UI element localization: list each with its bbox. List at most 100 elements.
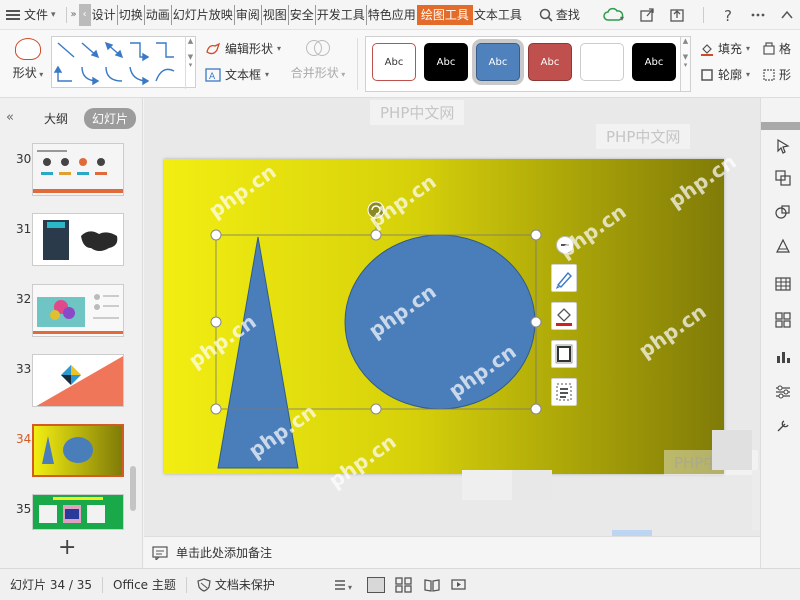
tab-design[interactable]: 设计 <box>91 5 117 25</box>
outline-float-button[interactable] <box>551 340 577 368</box>
shield-icon <box>197 577 211 592</box>
normal-view-icon[interactable] <box>366 576 385 593</box>
shape-style-4[interactable]: Abc <box>528 43 572 81</box>
chart-icon[interactable] <box>775 348 791 364</box>
help-icon[interactable]: ? <box>722 7 736 23</box>
add-slide-button[interactable]: + <box>58 535 76 560</box>
slide-thumbnail-34[interactable] <box>32 424 124 477</box>
toolbar-divider <box>703 7 704 23</box>
slideshow-icon[interactable] <box>451 577 469 593</box>
shape-style-2[interactable]: Abc <box>424 43 468 81</box>
collapse-float-toolbar-button[interactable] <box>556 236 574 254</box>
fill-button[interactable]: 填充 ▾ <box>700 40 750 57</box>
slides-panel: « 大纲 幻灯片 30 31 32 33 34 35 + <box>0 98 143 568</box>
tab-features[interactable]: 特色应用 <box>365 4 417 25</box>
current-slide[interactable]: php.cn php.cn php.cn php.cn php.cn php.c… <box>164 149 741 493</box>
tab-developer[interactable]: 开发工具 <box>314 4 366 25</box>
resize-handle-top-left[interactable] <box>210 229 222 241</box>
shape-line-gallery[interactable]: ▲ ▼ ▾ <box>51 36 196 89</box>
hamburger-icon <box>6 9 20 20</box>
more-icon[interactable] <box>750 7 766 23</box>
tab-slideshow[interactable]: 幻灯片放映 <box>170 4 234 25</box>
slide-counter: 幻灯片 34 / 35 <box>0 576 104 593</box>
slide-thumbnail-33[interactable] <box>32 354 124 407</box>
grid-icon[interactable] <box>775 312 791 328</box>
textbox-button[interactable]: A 文本框 ▾ <box>205 66 269 83</box>
tab-view[interactable]: 视图 <box>260 4 288 25</box>
tab-slides[interactable]: 幻灯片 <box>84 108 137 129</box>
share-icon[interactable] <box>639 7 655 23</box>
tab-scroll-left-button[interactable]: ‹ <box>78 3 91 26</box>
collapse-panel-icon[interactable]: « <box>6 110 14 125</box>
notes-view-icon[interactable]: ▾ <box>333 577 357 593</box>
copy-shape-icon[interactable] <box>775 170 791 186</box>
ellipse-shape[interactable] <box>344 234 536 410</box>
shape-format-icon[interactable] <box>775 204 791 220</box>
protection-status[interactable]: 文档未保护 <box>187 577 285 593</box>
cloud-sync-icon[interactable]: ▾ <box>603 7 625 23</box>
shape-style-float-button[interactable] <box>551 264 577 292</box>
slide-thumbnail-30[interactable] <box>32 143 124 196</box>
search-button[interactable]: 查找 <box>539 6 580 23</box>
resize-handle-right[interactable] <box>530 316 542 328</box>
edit-shape-icon <box>206 42 221 54</box>
tab-outline[interactable]: 大纲 <box>44 110 68 127</box>
settings-sliders-icon[interactable] <box>775 384 791 400</box>
sidebar-accent-bar <box>761 122 800 130</box>
slide-thumbnail-35[interactable] <box>32 494 124 530</box>
thumbnail-number: 30 <box>16 152 32 166</box>
shape-effect-button[interactable]: 形 <box>762 66 791 83</box>
slide-shapes <box>210 201 542 469</box>
search-label: 查找 <box>555 8 580 22</box>
shape-style-3[interactable]: Abc <box>476 43 520 81</box>
resize-handle-left[interactable] <box>210 316 222 328</box>
quick-access-chevron-icon[interactable]: » <box>71 9 77 20</box>
chevron-up-icon[interactable] <box>780 7 794 23</box>
resize-handle-top-right[interactable] <box>530 229 542 241</box>
watermark-text: PHP中文网 <box>370 100 465 125</box>
layout-float-button[interactable] <box>551 378 577 406</box>
brush-icon <box>556 271 572 289</box>
outline-button[interactable]: 轮廓 ▾ <box>700 66 750 83</box>
tab-text-tools[interactable]: 文本工具 <box>473 5 523 25</box>
shape-style-5[interactable] <box>580 43 624 81</box>
tab-review[interactable]: 审阅 <box>233 4 261 25</box>
style-gallery-scroll[interactable]: ▲ ▼ ▾ <box>681 36 691 92</box>
resize-handle-top[interactable] <box>370 229 382 241</box>
reading-view-icon[interactable] <box>423 577 441 593</box>
resize-handle-bottom[interactable] <box>370 403 382 415</box>
gallery-scroll[interactable]: ▲ ▼ ▾ <box>185 37 195 89</box>
thumbnail-scrollbar[interactable] <box>130 466 136 511</box>
slide-thumbnail-31[interactable] <box>32 213 124 266</box>
shape-style-6-label: Abc <box>644 56 664 68</box>
theme-name[interactable]: Office 主题 <box>103 576 187 593</box>
triangle-stack-icon[interactable] <box>775 238 791 254</box>
triangle-shape[interactable] <box>217 236 299 469</box>
notes-area[interactable]: 单击此处添加备注 <box>144 536 760 568</box>
thumbnail-number: 34 <box>16 432 32 446</box>
shape-button[interactable]: 形状 ▾ <box>8 38 48 81</box>
edit-shape-button[interactable]: 编辑形状 ▾ <box>205 40 281 57</box>
tools-icon[interactable] <box>775 418 791 434</box>
resize-handle-bottom-left[interactable] <box>210 403 222 415</box>
file-menu-button[interactable]: 文件 ▾ <box>0 0 62 30</box>
fill-float-button[interactable] <box>551 302 577 330</box>
tab-security[interactable]: 安全 <box>287 4 315 25</box>
slide-thumbnail-32[interactable] <box>32 284 124 337</box>
edit-shape-label: 编辑形状 <box>225 42 274 56</box>
format-button[interactable]: 格 <box>762 40 791 57</box>
tab-transition[interactable]: 切换 <box>116 4 144 25</box>
rotate-handle-icon[interactable] <box>367 201 385 219</box>
shape-style-1[interactable]: Abc <box>372 43 416 81</box>
wrap-text-icon <box>556 383 572 401</box>
shape-style-6[interactable]: Abc <box>632 43 676 81</box>
resize-handle-bottom-right[interactable] <box>530 403 542 415</box>
toolbar-divider <box>65 6 67 23</box>
table-icon[interactable] <box>775 276 791 292</box>
connector-gallery-icons <box>53 41 175 86</box>
slide-sorter-icon[interactable] <box>395 576 413 593</box>
tab-animation[interactable]: 动画 <box>143 4 171 25</box>
export-icon[interactable] <box>669 7 685 23</box>
tab-drawing-tools[interactable]: 绘图工具 <box>416 4 473 25</box>
pointer-icon[interactable] <box>775 138 791 154</box>
